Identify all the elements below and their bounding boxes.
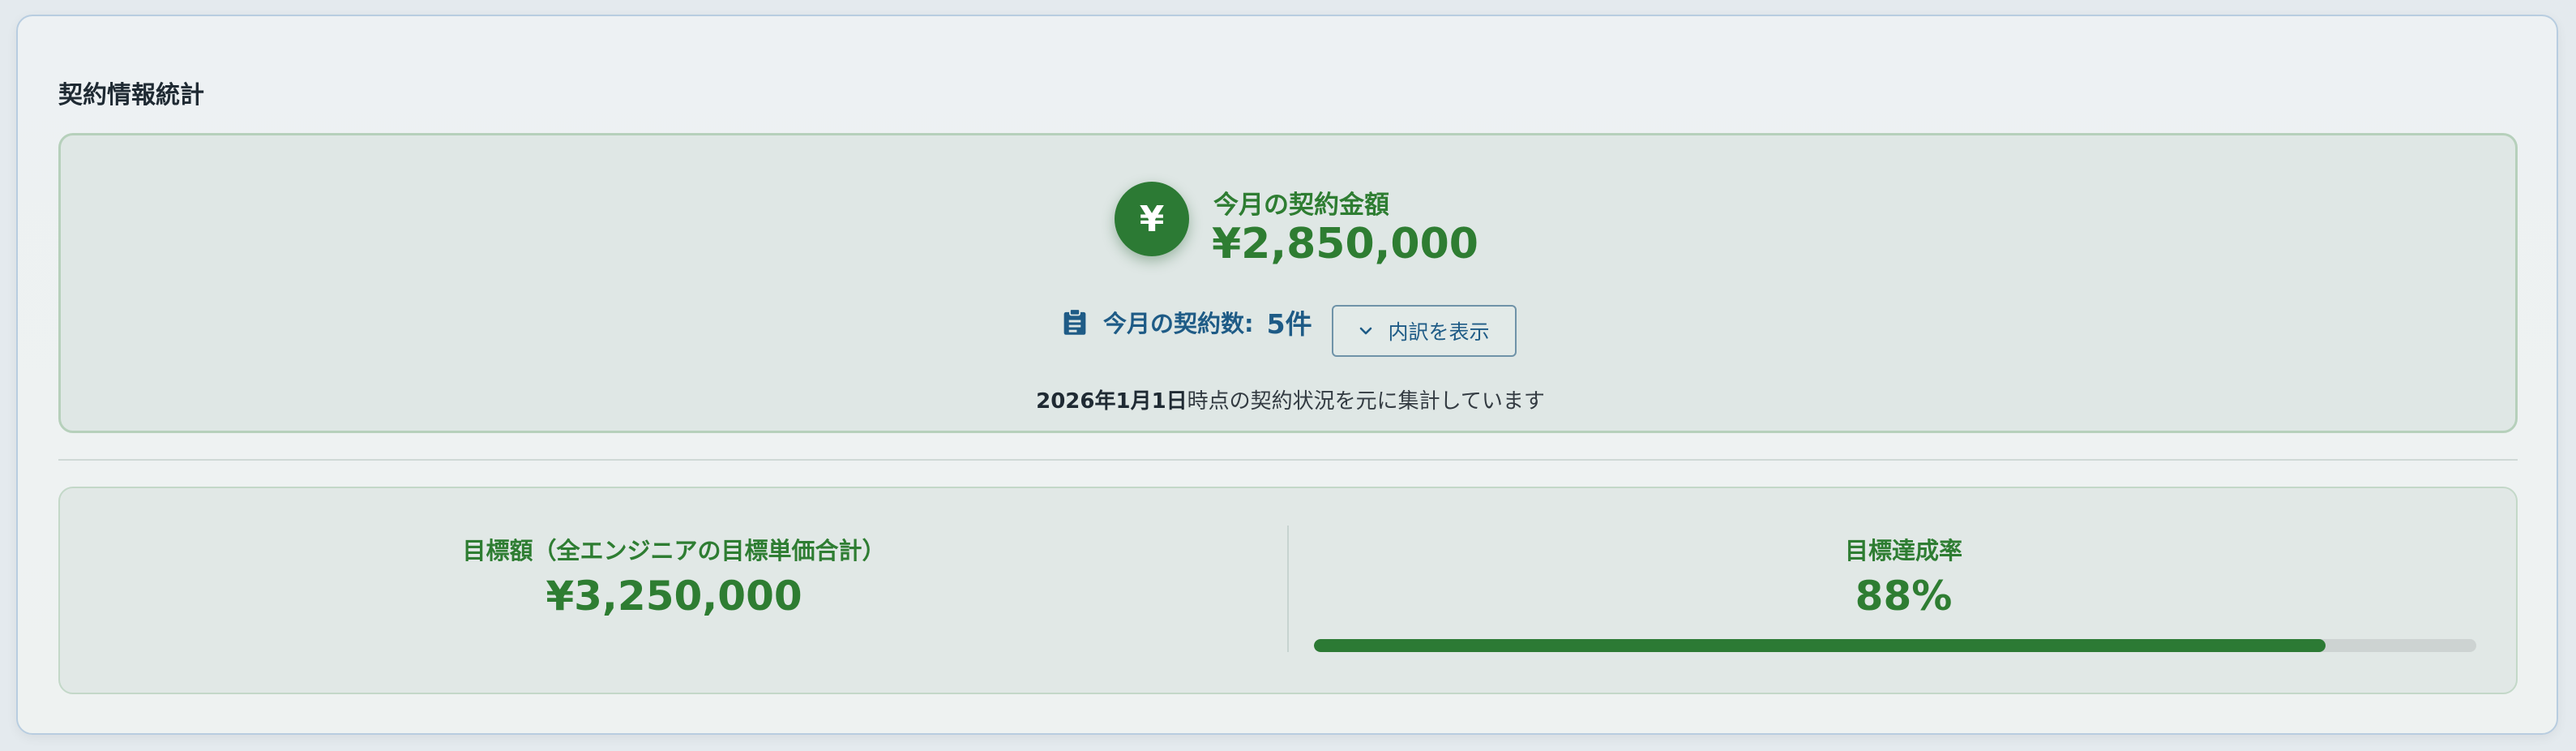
achievement-rate-value: 88%	[1855, 573, 1953, 620]
monthly-summary-box: ¥ 今月の契約金額 ¥2,850,000 今月の契約数: 5件 内訳を表示 20…	[58, 133, 2518, 433]
achievement-rate-section: 目標達成率 88%	[1290, 488, 2518, 693]
goal-section-separator	[1287, 526, 1289, 652]
chevron-down-icon	[1360, 327, 1372, 335]
monthly-amount-label: 今月の契約金額	[1213, 191, 1389, 220]
achievement-progress-fill	[1314, 639, 2326, 652]
monthly-amount-value: ¥2,850,000	[1212, 220, 1478, 268]
show-breakdown-label: 内訳を表示	[1388, 320, 1490, 344]
target-amount-label: 目標額（全エンジニアの目標単価合計）	[462, 537, 886, 564]
as-of-date: 2026年1月1日	[1036, 389, 1187, 414]
as-of-note-text: 時点の契約状況を元に集計しています	[1187, 389, 1545, 414]
monthly-count-row: 今月の契約数: 5件	[1063, 306, 1312, 340]
achievement-progress-bar	[1314, 639, 2476, 652]
monthly-count-value: 5件	[1266, 308, 1312, 340]
target-amount-value: ¥3,250,000	[546, 573, 802, 620]
monthly-count-label: 今月の契約数:	[1103, 310, 1254, 337]
goal-summary-box: 目標額（全エンジニアの目標単価合計） ¥3,250,000 目標達成率 88%	[58, 487, 2518, 694]
panel-title: 契約情報統計	[58, 81, 204, 109]
as-of-note: 2026年1月1日時点の契約状況を元に集計しています	[61, 384, 2520, 414]
contract-stats-panel: 契約情報統計 ¥ 今月の契約金額 ¥2,850,000 今月の契約数: 5件 内…	[16, 15, 2558, 735]
target-amount-section: 目標額（全エンジニアの目標単価合計） ¥3,250,000	[60, 488, 1288, 693]
show-breakdown-button[interactable]: 内訳を表示	[1332, 305, 1517, 357]
clipboard-icon	[1063, 308, 1086, 335]
yen-icon-glyph: ¥	[1139, 198, 1165, 240]
yen-icon: ¥	[1115, 182, 1189, 256]
section-divider	[58, 459, 2518, 461]
achievement-rate-label: 目標達成率	[1844, 537, 1962, 564]
